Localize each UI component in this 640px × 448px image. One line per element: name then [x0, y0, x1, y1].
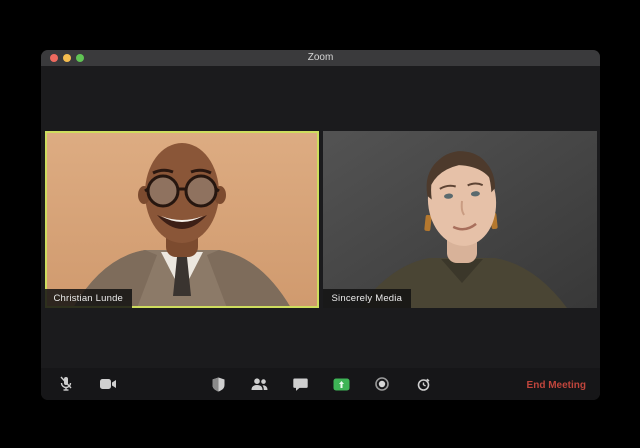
participant-name-label: Christian Lunde [44, 289, 133, 308]
meeting-toolbar: End Meeting [41, 368, 600, 400]
mute-button[interactable] [57, 375, 75, 393]
security-button[interactable] [209, 375, 227, 393]
meeting-stage: Christian Lunde Sincerely Media [41, 66, 600, 368]
window-titlebar[interactable]: Zoom [41, 50, 600, 66]
security-shield-icon [212, 377, 224, 391]
reactions-icon [417, 378, 430, 391]
microphone-muted-icon [60, 376, 72, 391]
video-camera-icon [99, 379, 116, 389]
video-tile-sincerely-media[interactable]: Sincerely Media [322, 131, 597, 308]
participants-button[interactable] [250, 375, 268, 393]
share-screen-button[interactable] [332, 375, 350, 393]
participant-video-feed [44, 131, 319, 308]
end-meeting-button[interactable]: End Meeting [527, 380, 586, 391]
record-button[interactable] [373, 375, 391, 393]
video-tile-christian-lunde[interactable]: Christian Lunde [44, 131, 319, 308]
record-icon [375, 377, 389, 391]
chat-button[interactable] [291, 375, 309, 393]
participants-icon [251, 377, 267, 390]
reactions-button[interactable] [414, 375, 432, 393]
zoom-window: Zoom Christian Lunde Sincerely Media End… [41, 50, 600, 400]
chat-icon [292, 378, 308, 391]
participant-video-feed [322, 131, 597, 308]
stop-video-button[interactable] [99, 375, 117, 393]
participant-name-label: Sincerely Media [322, 289, 412, 308]
share-screen-icon [333, 378, 349, 390]
window-title: Zoom [307, 52, 334, 63]
desktop-background: Zoom Christian Lunde Sincerely Media End… [0, 0, 640, 448]
